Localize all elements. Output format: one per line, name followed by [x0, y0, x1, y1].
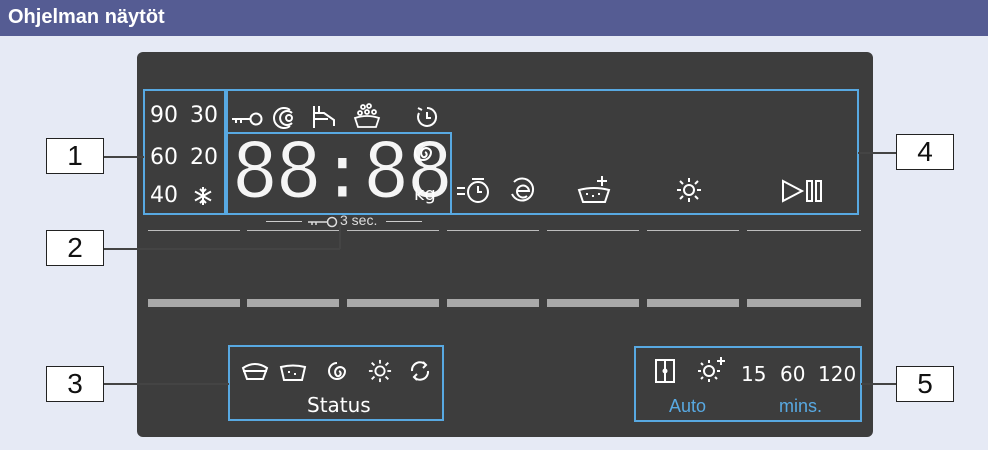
dry-status-icon	[368, 359, 392, 383]
page-title: Ohjelman näytöt	[8, 6, 165, 28]
small-key-icon	[308, 216, 338, 228]
leader-line-5	[861, 383, 897, 385]
leader-line-4	[858, 152, 896, 154]
program-button-5[interactable]	[547, 299, 639, 307]
auto-label: Auto	[669, 396, 707, 416]
temp-30: 30	[190, 103, 218, 128]
separator	[148, 230, 240, 231]
temp-90: 90	[150, 103, 178, 128]
lock-hint-line-left	[266, 221, 302, 222]
dry-time-120: 120	[818, 362, 857, 386]
separator	[547, 230, 639, 231]
snowflake-icon	[194, 187, 212, 205]
status-label: Status	[307, 393, 371, 417]
end-time-icon	[457, 178, 489, 203]
dry-time-60: 60	[780, 362, 806, 386]
program-button-1[interactable]	[148, 299, 240, 307]
separator	[247, 230, 339, 231]
callout-2: 2	[46, 230, 104, 266]
mins-label: mins.	[779, 396, 823, 416]
lock-hint-text: 3 sec.	[340, 212, 378, 228]
program-button-6[interactable]	[647, 299, 739, 307]
door-icon	[655, 359, 675, 383]
separator	[747, 230, 861, 231]
temp-60: 60	[150, 145, 178, 170]
leader-line-1	[104, 156, 144, 158]
temp-20: 20	[190, 145, 218, 170]
wash-icon	[241, 363, 269, 380]
program-button-3[interactable]	[347, 299, 439, 307]
leader-line-2-h1	[104, 248, 340, 250]
unit-kg: kg	[414, 184, 436, 205]
temp-40: 40	[150, 183, 178, 208]
anti-crease-icon	[410, 361, 430, 381]
eco-icon	[511, 177, 535, 202]
lock-hint-line-right	[386, 221, 422, 222]
separator	[447, 230, 539, 231]
extra-rinse-icon	[577, 176, 611, 203]
rinse-icon	[279, 364, 307, 381]
title-bar: Ohjelman näytöt	[0, 0, 988, 36]
leader-line-3	[104, 383, 229, 385]
callout-3: 3	[46, 366, 104, 402]
program-button-7[interactable]	[747, 299, 861, 307]
callout-1: 1	[46, 138, 104, 174]
spin-status-icon	[328, 362, 347, 380]
dry-plus-icon	[698, 357, 725, 382]
separator	[647, 230, 739, 231]
program-button-2[interactable]	[247, 299, 339, 307]
callout-5: 5	[896, 366, 954, 402]
start-pause-icon	[782, 179, 822, 203]
dry-icon	[677, 178, 701, 202]
leader-line-2-v	[339, 226, 341, 249]
program-button-4[interactable]	[447, 299, 539, 307]
separator	[347, 230, 439, 231]
spin-icon	[414, 143, 433, 161]
dry-time-15: 15	[741, 362, 767, 386]
callout-4: 4	[896, 134, 954, 170]
